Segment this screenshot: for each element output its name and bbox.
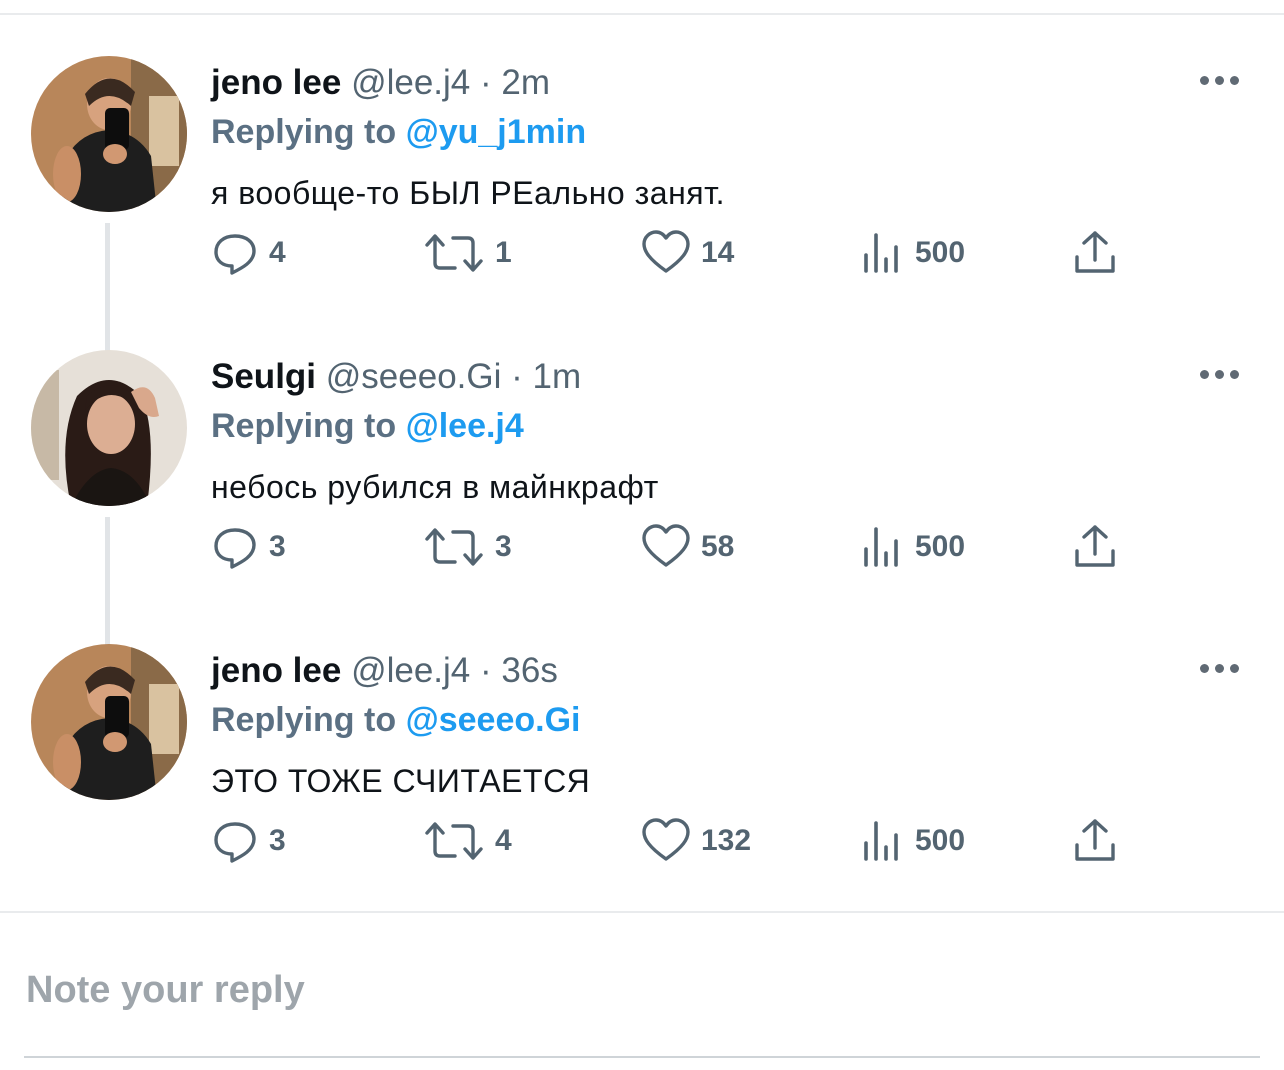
reply-icon <box>214 234 256 275</box>
retweet-icon <box>425 528 483 566</box>
avatar[interactable] <box>31 56 187 212</box>
share-icon <box>1075 525 1115 567</box>
tweet[interactable]: jeno lee @lee.j4 · 2m Replying to @yu_j1… <box>0 56 1284 352</box>
retweet-count: 4 <box>495 824 512 857</box>
tweet-text: я вообще-то БЫЛ РЕально занят. <box>211 175 726 211</box>
timestamp[interactable]: 36s <box>501 651 557 690</box>
views-count: 500 <box>915 530 966 563</box>
like-button[interactable]: 14 <box>641 228 734 278</box>
tweet-actions: 3 4 132 500 <box>211 816 1131 866</box>
compose-underline <box>24 1056 1260 1058</box>
views-count: 500 <box>915 236 966 269</box>
display-name[interactable]: jeno lee <box>211 63 341 102</box>
reply-count: 3 <box>269 824 286 857</box>
share-button[interactable] <box>1073 522 1117 572</box>
heart-icon <box>642 230 690 273</box>
replying-to-mention[interactable]: @seeeo.Gi <box>406 701 581 739</box>
like-count: 14 <box>701 236 735 269</box>
more-options-icon[interactable] <box>1200 364 1242 384</box>
views-icon <box>864 821 898 861</box>
jeno-avatar-image <box>31 56 187 212</box>
views-count: 500 <box>915 824 966 857</box>
tweet-text: ЭТО ТОЖЕ СЧИТАЕТСЯ <box>211 763 591 799</box>
avatar[interactable] <box>31 644 187 800</box>
share-icon <box>1075 231 1115 273</box>
heart-icon <box>642 818 690 861</box>
avatar[interactable] <box>31 350 187 506</box>
like-button[interactable]: 58 <box>641 522 734 572</box>
user-handle[interactable]: @seeeo.Gi <box>326 357 502 396</box>
retweet-button[interactable]: 1 <box>423 228 512 278</box>
like-count: 58 <box>701 530 735 563</box>
share-button[interactable] <box>1073 228 1117 278</box>
views-button[interactable]: 500 <box>861 816 965 866</box>
tweet-header: Seulgi @seeeo.Gi · 1m <box>211 356 581 398</box>
reply-button[interactable]: 3 <box>211 522 286 572</box>
jeno-avatar-image <box>31 644 187 800</box>
reply-thread: jeno lee @lee.j4 · 2m Replying to @yu_j1… <box>0 15 1284 938</box>
compose-divider <box>0 911 1284 913</box>
more-options-icon[interactable] <box>1200 70 1242 90</box>
reply-icon <box>214 528 256 569</box>
retweet-button[interactable]: 4 <box>423 816 512 866</box>
share-button[interactable] <box>1073 816 1117 866</box>
separator-dot: · <box>511 357 523 396</box>
reply-compose-input[interactable] <box>26 960 1260 1020</box>
display-name[interactable]: Seulgi <box>211 357 316 396</box>
seulgi-avatar-image <box>31 350 187 506</box>
display-name[interactable]: jeno lee <box>211 651 341 690</box>
tweet[interactable]: Seulgi @seeeo.Gi · 1m Replying to @lee.j… <box>0 350 1284 646</box>
tweet-actions: 4 1 14 500 <box>211 228 1131 278</box>
separator-dot: · <box>480 651 492 690</box>
reply-count: 3 <box>269 530 286 563</box>
replying-to: Replying to @seeeo.Gi <box>211 699 580 741</box>
tweet-header: jeno lee @lee.j4 · 2m <box>211 62 550 104</box>
reply-button[interactable]: 4 <box>211 228 286 278</box>
replying-to-mention[interactable]: @yu_j1min <box>406 113 587 151</box>
more-options-icon[interactable] <box>1200 658 1242 678</box>
thread-connector <box>105 223 110 352</box>
heart-icon <box>642 524 690 567</box>
timestamp[interactable]: 1m <box>533 357 582 396</box>
tweet-header: jeno lee @lee.j4 · 36s <box>211 650 558 692</box>
replying-to: Replying to @lee.j4 <box>211 405 524 447</box>
views-button[interactable]: 500 <box>861 228 965 278</box>
replying-to-label: Replying to <box>211 407 397 445</box>
like-count: 132 <box>701 824 752 857</box>
retweet-icon <box>425 822 483 860</box>
retweet-count: 3 <box>495 530 512 563</box>
retweet-count: 1 <box>495 236 512 269</box>
reply-count: 4 <box>269 236 286 269</box>
share-icon <box>1075 819 1115 861</box>
retweet-button[interactable]: 3 <box>423 522 512 572</box>
like-button[interactable]: 132 <box>641 816 751 866</box>
reply-button[interactable]: 3 <box>211 816 286 866</box>
replying-to-label: Replying to <box>211 701 397 739</box>
retweet-icon <box>425 234 483 272</box>
views-button[interactable]: 500 <box>861 522 965 572</box>
user-handle[interactable]: @lee.j4 <box>351 651 470 690</box>
replying-to-mention[interactable]: @lee.j4 <box>406 407 524 445</box>
tweet[interactable]: jeno lee @lee.j4 · 36s Replying to @seee… <box>0 644 1284 938</box>
thread-connector <box>105 517 110 646</box>
replying-to: Replying to @yu_j1min <box>211 111 586 153</box>
views-icon <box>864 527 898 567</box>
tweet-actions: 3 3 58 500 <box>211 522 1131 572</box>
timestamp[interactable]: 2m <box>501 63 550 102</box>
reply-icon <box>214 822 256 863</box>
views-icon <box>864 233 898 273</box>
replying-to-label: Replying to <box>211 113 397 151</box>
separator-dot: · <box>480 63 492 102</box>
user-handle[interactable]: @lee.j4 <box>351 63 470 102</box>
tweet-text: небось рубился в майнкрафт <box>211 469 659 505</box>
